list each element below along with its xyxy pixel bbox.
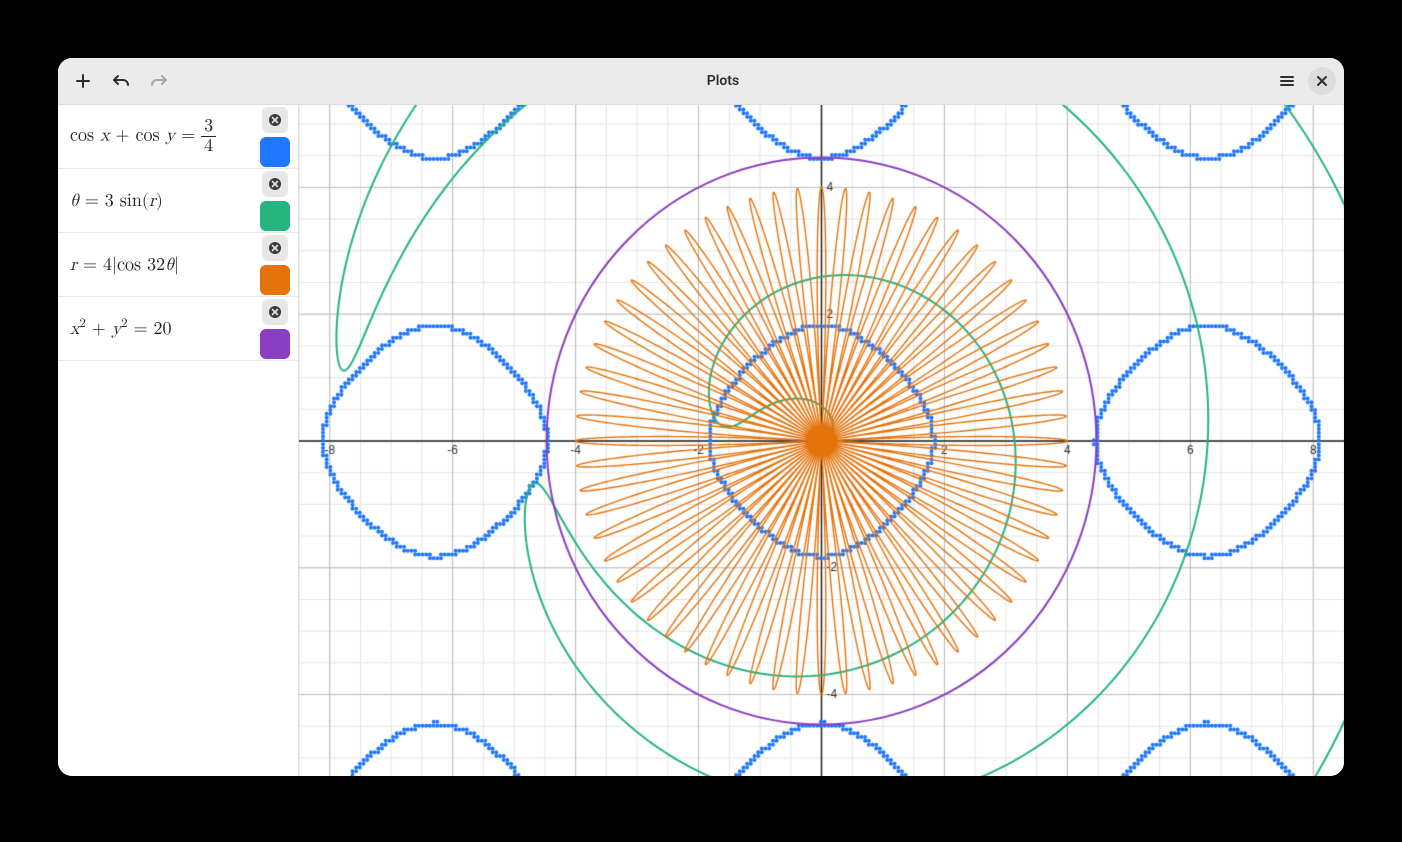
titlebar: Plots	[58, 58, 1344, 105]
add-button[interactable]	[66, 64, 100, 98]
plus-icon	[75, 73, 91, 89]
app-window: Plots cos x + cos y = 34	[58, 58, 1344, 776]
remove-equation-button[interactable]	[262, 235, 288, 261]
equation-sidebar: cos x + cos y = 34 θ = 3 sin(r)	[58, 105, 299, 776]
remove-icon	[268, 177, 282, 191]
equation-formula[interactable]: θ = 3 sin(r)	[70, 190, 254, 212]
equation-formula[interactable]: r = 4|cos 32θ|	[70, 254, 254, 276]
color-swatch[interactable]	[260, 329, 290, 359]
color-swatch[interactable]	[260, 137, 290, 167]
equation-row[interactable]: r = 4|cos 32θ|	[58, 233, 298, 297]
equation-row[interactable]: cos x + cos y = 34	[58, 105, 298, 169]
redo-icon	[150, 72, 168, 90]
color-swatch[interactable]	[260, 201, 290, 231]
remove-icon	[268, 113, 282, 127]
remove-equation-button[interactable]	[262, 299, 288, 325]
remove-equation-button[interactable]	[262, 171, 288, 197]
menu-button[interactable]	[1270, 64, 1304, 98]
remove-equation-button[interactable]	[262, 107, 288, 133]
close-button[interactable]	[1308, 67, 1336, 95]
equation-formula[interactable]: x2 + y2 = 20	[70, 317, 254, 340]
plot-canvas[interactable]	[299, 105, 1344, 776]
remove-icon	[268, 305, 282, 319]
remove-icon	[268, 241, 282, 255]
redo-button	[142, 64, 176, 98]
window-title: Plots	[176, 73, 1270, 89]
close-icon	[1316, 75, 1328, 87]
color-swatch[interactable]	[260, 265, 290, 295]
hamburger-icon	[1279, 73, 1295, 89]
undo-icon	[112, 72, 130, 90]
undo-button[interactable]	[104, 64, 138, 98]
equation-row[interactable]: θ = 3 sin(r)	[58, 169, 298, 233]
equation-row[interactable]: x2 + y2 = 20	[58, 297, 298, 361]
equation-formula[interactable]: cos x + cos y = 34	[70, 117, 254, 156]
